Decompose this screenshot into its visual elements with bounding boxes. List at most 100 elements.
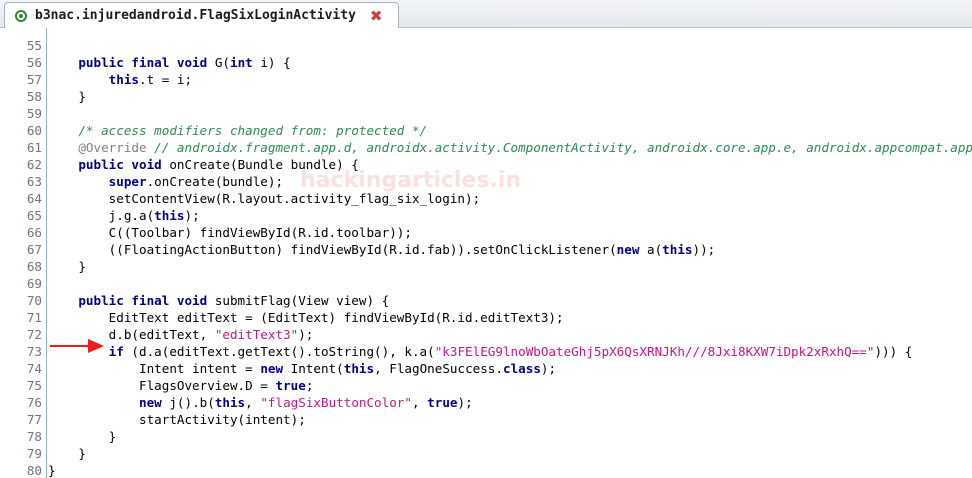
code-line: 58 } (0, 88, 972, 105)
line-number: 80 (26, 463, 42, 478)
code-token: } (48, 259, 86, 274)
tab-title: b3nac.injuredandroid.FlagSixLoginActivit… (35, 8, 356, 23)
line-number: 66 (26, 225, 42, 240)
code-token: public final void (48, 55, 215, 70)
code-text: if (d.a(editText.getText().toString(), k… (48, 343, 913, 360)
code-token: Intent intent = (48, 361, 261, 376)
code-token: } (48, 429, 117, 444)
code-line: 68 } (0, 258, 972, 275)
code-text: startActivity(intent); (48, 411, 306, 428)
code-editor[interactable]: 55 56 public final void G(int i) {57 this… (0, 28, 972, 478)
code-token: @Override (48, 140, 147, 155)
code-lines: 55 56 public final void G(int i) {57 this… (0, 37, 972, 478)
arrow-head (88, 339, 104, 353)
code-token: G( (214, 55, 230, 70)
code-token: )); (692, 242, 716, 257)
code-text: new j().b(this, "flagSixButtonColor", tr… (48, 394, 473, 411)
code-text: ((FloatingActionButton) findViewById(R.i… (48, 241, 716, 258)
code-text: EditText editText = (EditText) findViewB… (48, 309, 564, 326)
code-line: 73 if (d.a(editText.getText().toString()… (0, 343, 972, 360)
code-text: @Override // androidx.fragment.app.d, an… (48, 139, 972, 156)
code-token: , (411, 395, 428, 410)
code-line: 77 startActivity(intent); (0, 411, 972, 428)
code-line: 61 @Override // androidx.fragment.app.d,… (0, 139, 972, 156)
code-token: this (662, 242, 693, 257)
code-text: } (48, 428, 117, 445)
code-line: 57 this.t = i; (0, 71, 972, 88)
code-token: setContentView(R.layout.activity_flag_si… (48, 191, 481, 206)
code-token: j.g.a( (48, 208, 155, 223)
code-text: } (48, 462, 56, 478)
code-text: Intent intent = new Intent(this, FlagOne… (48, 360, 556, 377)
code-token: this (343, 361, 375, 376)
code-token: ((FloatingActionButton) findViewById(R.i… (48, 242, 617, 257)
code-token: } (48, 89, 86, 104)
line-number: 61 (26, 140, 42, 155)
code-line: 69 (0, 275, 972, 292)
close-icon[interactable]: ✖ (370, 7, 383, 25)
line-number: 78 (26, 429, 42, 444)
code-token: public final void (48, 293, 215, 308)
arrow-shaft (50, 345, 90, 347)
code-token: EditText editText = (EditText) findViewB… (48, 310, 564, 325)
code-token: .t = i; (139, 72, 193, 87)
line-number: 62 (26, 157, 42, 172)
code-token: "editText3" (214, 327, 299, 342)
code-token: FlagsOverview.D = (48, 378, 276, 393)
code-token: ); (298, 327, 314, 342)
code-line: 80} (0, 462, 972, 478)
line-number: 63 (26, 174, 42, 189)
code-token: , FlagOneSuccess. (374, 361, 503, 376)
editor-tab[interactable]: b3nac.injuredandroid.FlagSixLoginActivit… (4, 2, 399, 28)
code-token: j().b( (161, 395, 215, 410)
code-token: i) { (252, 55, 291, 70)
code-text: } (48, 445, 86, 462)
code-token: new (48, 395, 162, 410)
editor-tab-bar: b3nac.injuredandroid.FlagSixLoginActivit… (0, 0, 972, 28)
code-token: /* access modifiers changed from: protec… (48, 123, 428, 138)
code-text: public final void submitFlag(View view) … (48, 292, 389, 309)
line-number: 74 (26, 361, 42, 376)
line-number: 77 (26, 412, 42, 427)
code-text: } (48, 258, 86, 275)
code-token: class (502, 361, 541, 376)
code-token: submitFlag(View view) { (214, 293, 390, 308)
code-token: "k3FElEG9lnoWbOateGhj5pX6QsXRNJKh///8Jxi… (434, 344, 875, 359)
code-token: ); (457, 395, 473, 410)
code-line: 75 FlagsOverview.D = true; (0, 377, 972, 394)
code-token: this (214, 395, 246, 410)
line-number: 69 (26, 276, 42, 291)
code-token: Intent( (283, 361, 344, 376)
code-line: 70 public final void submitFlag(View vie… (0, 292, 972, 309)
code-text: public final void G(int i) { (48, 54, 291, 71)
line-number: 57 (26, 72, 42, 87)
code-line: 72 d.b(editText, "editText3"); (0, 326, 972, 343)
code-token: , (245, 395, 261, 410)
code-line: 56 public final void G(int i) { (0, 54, 972, 71)
line-number: 76 (26, 395, 42, 410)
line-number: 58 (26, 89, 42, 104)
code-text: C((Toolbar) findViewById(R.id.toolbar)); (48, 224, 412, 241)
code-line: 78 } (0, 428, 972, 445)
code-text: this.t = i; (48, 71, 192, 88)
class-icon (15, 9, 27, 22)
line-number: 70 (26, 293, 42, 308)
code-line: 66 C((Toolbar) findViewById(R.id.toolbar… (0, 224, 972, 241)
code-text: } (48, 88, 86, 105)
code-token: true (275, 378, 306, 393)
line-number: 72 (26, 327, 42, 342)
code-token: a( (639, 242, 663, 257)
code-text: j.g.a(this); (48, 207, 200, 224)
code-token: (d.a(editText.getText().toString(), k.a( (123, 344, 435, 359)
code-line: 65 j.g.a(this); (0, 207, 972, 224)
line-number: 60 (26, 123, 42, 138)
line-number: 59 (26, 106, 42, 121)
code-token: this (48, 72, 139, 87)
code-token: new (260, 361, 284, 376)
code-line: 74 Intent intent = new Intent(this, Flag… (0, 360, 972, 377)
line-number: 55 (26, 38, 42, 53)
line-number: 79 (26, 446, 42, 461)
code-token: public void (48, 157, 170, 172)
code-line: 60 /* access modifiers changed from: pro… (0, 122, 972, 139)
code-line: 67 ((FloatingActionButton) findViewById(… (0, 241, 972, 258)
